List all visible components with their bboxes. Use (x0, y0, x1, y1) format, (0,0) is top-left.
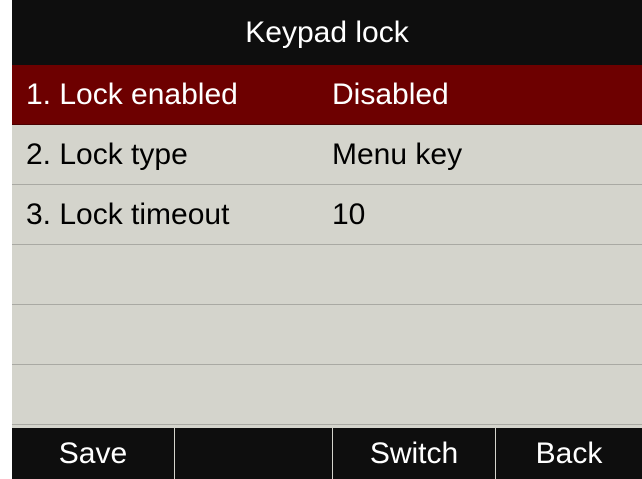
menu-item-lock-enabled[interactable]: 1. Lock enabled Disabled (12, 65, 642, 125)
menu-item-label: 1. Lock enabled (26, 78, 238, 111)
phone-screen: Keypad lock 1. Lock enabled Disabled 2. … (12, 0, 642, 479)
menu-item-lock-type[interactable]: 2. Lock type Menu key (12, 125, 642, 185)
page-title: Keypad lock (245, 15, 409, 49)
menu-item-value: Disabled (332, 78, 449, 111)
empty-row (12, 245, 642, 305)
softkey-label: Switch (369, 436, 459, 470)
empty-row (12, 365, 642, 425)
softkey-label: Back (535, 436, 603, 470)
menu-item-label: 3. Lock timeout (26, 198, 230, 231)
menu-item-value: Menu key (332, 138, 463, 171)
title-bar: Keypad lock (12, 0, 642, 65)
softkey-label: Save (58, 436, 128, 470)
switch-softkey[interactable]: Switch (333, 428, 496, 479)
save-softkey[interactable]: Save (12, 428, 175, 479)
softkey-bar: Save Switch Back (12, 428, 642, 479)
empty-row (12, 305, 642, 365)
back-softkey[interactable]: Back (496, 428, 642, 479)
menu-item-lock-timeout[interactable]: 3. Lock timeout 10 (12, 185, 642, 245)
menu-item-label: 2. Lock type (26, 138, 188, 171)
menu-item-value: 10 (332, 198, 366, 231)
empty-softkey[interactable] (175, 428, 333, 479)
